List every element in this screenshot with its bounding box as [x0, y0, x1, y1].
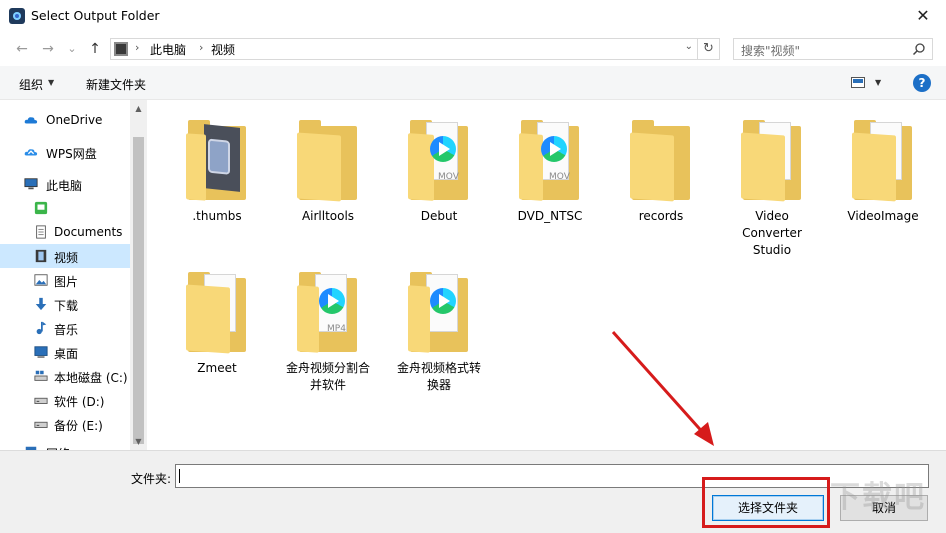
sidebar-item-drive-e[interactable]: 备份 (E:) [0, 412, 130, 436]
view-mode-icon[interactable] [851, 77, 865, 88]
chevron-down-icon[interactable]: ▼ [48, 78, 54, 87]
folder-icon [408, 268, 470, 353]
sidebar-item-network[interactable]: 网络 [0, 440, 130, 450]
refresh-button[interactable]: ↻ [698, 38, 720, 60]
folder-jinzhou-splitter[interactable]: MP4 金舟视频分割合并软件 [274, 268, 382, 394]
video-play-icon [430, 288, 456, 314]
folder-jinzhou-converter[interactable]: 金舟视频格式转换器 [385, 268, 493, 394]
folder-videoimage[interactable]: VideoImage [829, 116, 937, 225]
sidebar-item-downloads[interactable]: 下载 [0, 292, 130, 316]
sidebar-item-onedrive[interactable]: OneDrive [0, 108, 130, 132]
folder-icon [741, 116, 803, 202]
folder-video-converter-studio[interactable]: Video Converter Studio [718, 116, 826, 259]
wps-cloud-icon [24, 149, 38, 156]
search-placeholder: 搜索"视频" [741, 44, 801, 58]
folder-airlltools[interactable]: Airlltools [274, 116, 382, 225]
new-folder-button[interactable]: 新建文件夹 [86, 76, 146, 93]
video-play-icon [541, 136, 567, 162]
sidebar-item-pictures[interactable]: 图片 [0, 268, 130, 292]
title-bar: Select Output Folder ✕ [0, 0, 946, 32]
download-icon [35, 297, 47, 311]
folder-dvd-ntsc[interactable]: MOV DVD_NTSC [496, 116, 604, 225]
video-library-icon [114, 42, 128, 56]
sidebar-item-drive-d[interactable]: 软件 (D:) [0, 388, 130, 412]
sidebar-item-documents[interactable]: Documents [0, 220, 130, 244]
folder-zmeet[interactable]: Zmeet [163, 268, 271, 377]
navigation-pane: OneDrive WPS网盘 此电脑 Documents 视频 图片 下载 音乐… [0, 100, 130, 450]
up-arrow-icon[interactable]: ↑ [86, 40, 104, 58]
breadcrumb[interactable]: › 此电脑 › 视频 ⌄ [110, 38, 698, 60]
close-button[interactable]: ✕ [900, 0, 946, 32]
drive-icon [34, 397, 48, 404]
recent-locations-icon[interactable]: ⌄ [63, 40, 81, 58]
desktop-icon [34, 346, 48, 358]
sidebar-scrollbar[interactable]: ▲ ▼ [130, 100, 147, 450]
chevron-down-icon[interactable]: ▼ [875, 78, 881, 87]
watermark: 下载吧 [830, 480, 926, 515]
folder-debut[interactable]: MOV Debut [385, 116, 493, 225]
documents-icon [36, 225, 46, 239]
app-icon [9, 8, 25, 24]
crumb-separator: › [135, 41, 140, 54]
folder-icon [852, 116, 914, 202]
sidebar-item-desktop[interactable]: 桌面 [0, 340, 130, 364]
folder-icon [186, 116, 248, 201]
scroll-down-icon[interactable]: ▼ [130, 433, 147, 450]
scroll-up-icon[interactable]: ▲ [130, 100, 147, 117]
pictures-icon [34, 274, 48, 286]
folder-icon [297, 116, 359, 202]
folder-records[interactable]: records [607, 116, 715, 225]
cloud-icon [24, 117, 38, 124]
folder-icon: MOV [519, 116, 581, 201]
command-bar: 组织 ▼ 新建文件夹 ▼ ? [0, 66, 946, 100]
forward-arrow-icon[interactable]: → [39, 40, 57, 58]
folder-icon: MOV [408, 116, 470, 201]
sidebar-item-videos[interactable]: 视频 [0, 244, 130, 268]
window-title: Select Output Folder [31, 8, 160, 23]
back-arrow-icon[interactable]: ← [13, 40, 31, 58]
sidebar-item-wps-cloud[interactable]: WPS网盘 [0, 140, 130, 164]
crumb-this-pc[interactable]: 此电脑 [150, 41, 186, 58]
folder-thumbs[interactable]: .thumbs [163, 116, 271, 225]
folder-view: .thumbs Airlltools MOV Debut MOV DVD_NTS… [147, 100, 946, 450]
green-app-icon [34, 201, 48, 215]
sidebar-item-music[interactable]: 音乐 [0, 316, 130, 340]
crumb-separator: › [199, 41, 204, 54]
scroll-thumb[interactable] [133, 137, 144, 444]
annotation-highlight-box [702, 477, 830, 528]
drive-icon [34, 421, 48, 428]
drive-c-icon [34, 370, 48, 381]
folder-icon [630, 116, 692, 202]
organize-button[interactable]: 组织 [19, 76, 43, 93]
computer-icon [24, 178, 38, 190]
folder-icon: MP4 [297, 268, 359, 353]
search-input[interactable]: 搜索"视频" [733, 38, 933, 60]
crumb-videos[interactable]: 视频 [211, 41, 235, 58]
music-icon [36, 321, 47, 335]
video-play-icon [319, 288, 345, 314]
video-icon [35, 249, 47, 263]
sidebar-item-this-pc[interactable]: 此电脑 [0, 172, 130, 196]
video-play-icon [430, 136, 456, 162]
text-caret [179, 469, 180, 483]
sidebar-item-app[interactable] [0, 196, 130, 220]
search-icon [912, 43, 925, 56]
sidebar-item-drive-c[interactable]: 本地磁盘 (C:) [0, 364, 130, 388]
help-icon[interactable]: ? [913, 74, 931, 92]
folder-icon [186, 268, 248, 354]
chevron-down-icon[interactable]: ⌄ [685, 41, 693, 52]
folder-field-label: 文件夹: [131, 472, 172, 486]
